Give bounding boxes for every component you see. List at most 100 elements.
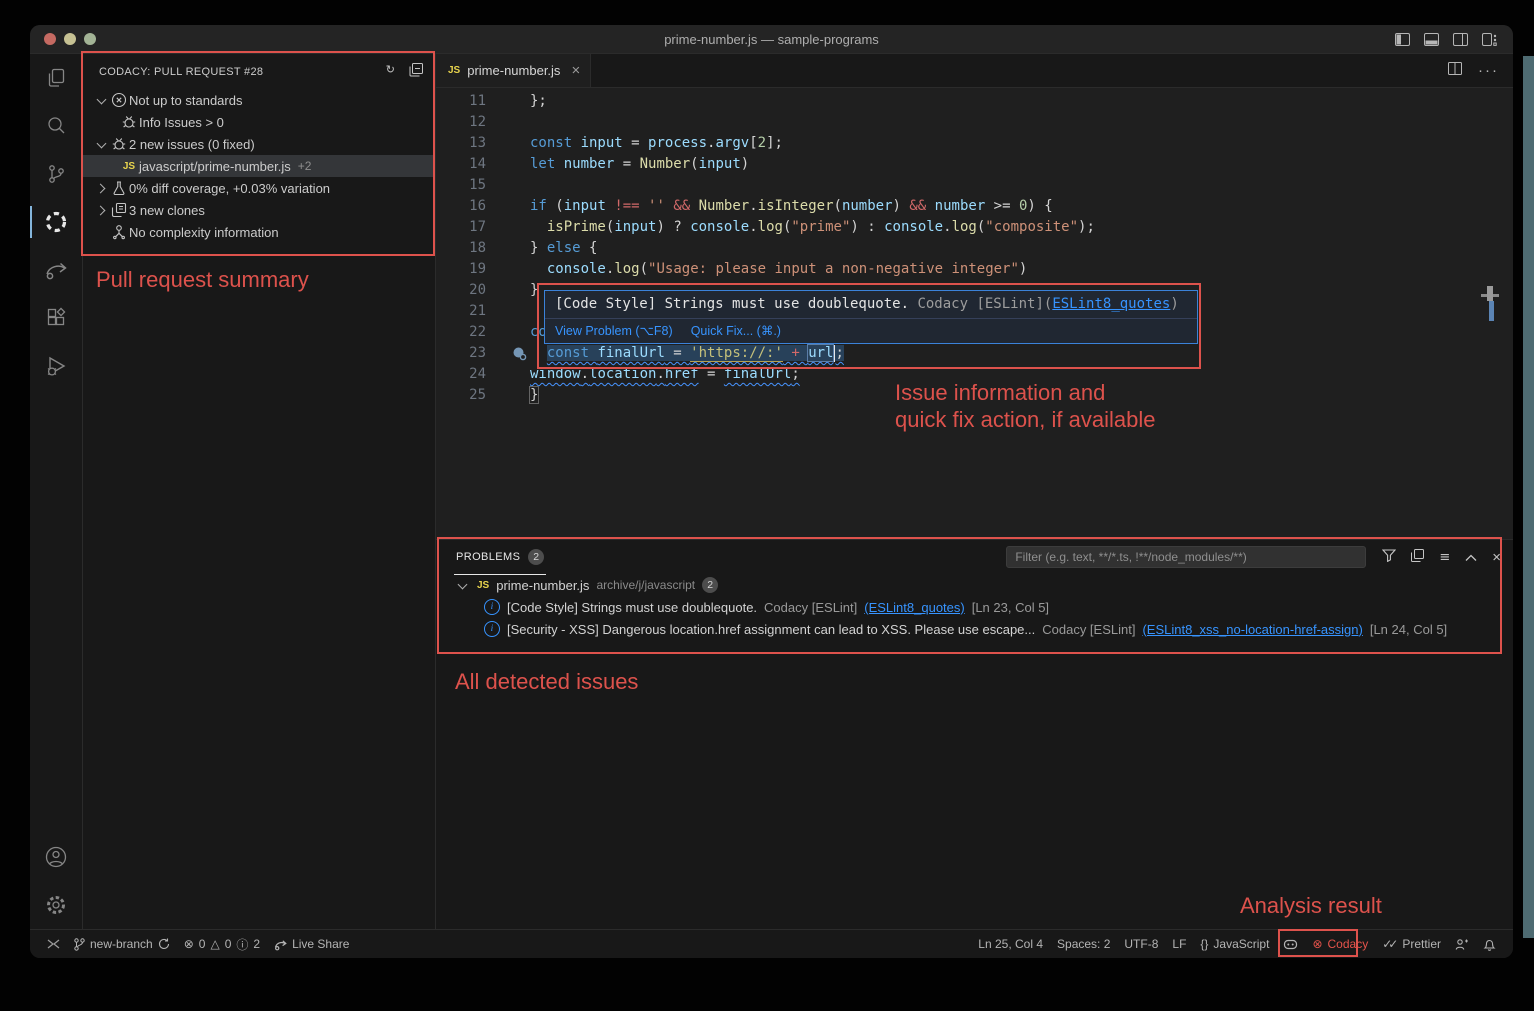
line-number[interactable]: 24 [436,364,486,385]
line-number[interactable]: 17 [436,217,486,238]
sidebar-item-3[interactable]: JSjavascript/prime-number.js+2 [83,155,435,177]
line-number[interactable]: 11 [436,91,486,112]
annotation-all-detected-issues: All detected issues [455,668,638,695]
warning-icon: △ [210,937,219,951]
live-share-status-item[interactable]: Live Share [267,930,356,958]
cursor-position-item[interactable]: Ln 25, Col 4 [971,930,1050,958]
js-icon: JS [119,161,139,172]
line-number[interactable]: 21 [436,301,486,322]
collapse-all-icon[interactable] [409,63,423,80]
maximize-panel-icon[interactable] [1465,550,1477,565]
line-number[interactable]: 25 [436,385,486,406]
feedback-status-item[interactable] [1448,930,1476,958]
code-token: ) [893,198,901,214]
account-icon[interactable] [30,833,82,881]
code-token: input [699,156,741,172]
files-icon[interactable] [30,54,82,102]
code-line-11: 11}; [436,91,1513,112]
problems-count-badge: 2 [528,549,544,565]
tab-problems[interactable]: PROBLEMS 2 [454,540,546,575]
customize-layout-icon[interactable] [1482,33,1497,46]
line-number[interactable]: 18 [436,238,486,259]
search-icon[interactable] [30,102,82,150]
code-token: input [614,219,656,235]
sidebar-item-1[interactable]: Info Issues > 0 [83,111,435,133]
sidebar-item-0[interactable]: Not up to standards [83,89,435,111]
chevron-down-icon[interactable] [93,142,109,147]
problem-source: Codacy [ESLint] [1042,622,1135,637]
code-token: input [581,135,623,151]
chevron-right-icon[interactable] [93,207,109,214]
line-number[interactable]: 15 [436,175,486,196]
encoding-item[interactable]: UTF-8 [1117,930,1165,958]
code-token: if [530,198,555,214]
codacy-status-item[interactable]: ⊗ Codacy [1305,930,1375,958]
info-icon: i [484,621,500,637]
toggle-panel-icon[interactable] [1424,33,1439,46]
problem-rule-link[interactable]: (ESLint8_quotes) [864,600,964,615]
sync-icon [158,938,170,950]
prettier-status-item[interactable]: ✓✓ Prettier [1375,930,1448,958]
close-panel-icon[interactable]: × [1492,549,1501,566]
line-number[interactable]: 14 [436,154,486,175]
chevron-right-icon[interactable] [93,185,109,192]
quick-fix-action[interactable]: Quick Fix... (⌘.) [691,323,781,338]
tab-close-icon[interactable]: × [571,62,580,79]
toggle-secondary-sidebar-icon[interactable] [1453,33,1468,46]
codacy-icon[interactable] [30,198,82,246]
branch-status-item[interactable]: new-branch [67,930,177,958]
problems-filter-input[interactable] [1006,546,1366,568]
sidebar-item-6[interactable]: No complexity information [83,221,435,243]
more-actions-icon[interactable]: ··· [1478,62,1499,79]
sidebar-item-label: Info Issues > 0 [139,115,224,130]
source-control-icon[interactable] [30,150,82,198]
copilot-status-item[interactable] [1276,930,1305,958]
sidebar-item-5[interactable]: 3 new clones [83,199,435,221]
sidebar-item-4[interactable]: 0% diff coverage, +0.03% variation [83,177,435,199]
hover-rule-link[interactable]: ESLint8_quotes [1052,296,1170,312]
code-token: } [530,387,538,403]
line-number[interactable]: 12 [436,112,486,133]
language-mode-item[interactable]: {}JavaScript [1193,930,1276,958]
problem-message: [Security - XSS] Dangerous location.href… [507,622,1035,637]
problems-panel: PROBLEMS 2 ≡ × [436,539,1513,929]
problems-status-item[interactable]: ⊗0 △0 ⓘ2 [177,930,267,958]
code-token: isPrime [547,219,606,235]
code-token: ) [1019,261,1027,277]
copy-panel-icon[interactable] [1411,549,1424,565]
chevron-down-icon[interactable] [93,98,109,103]
problem-rule-link[interactable]: (ESLint8_xss_no-location-href-assign) [1142,622,1362,637]
code-line-15: 15 [436,175,1513,196]
title-bar: prime-number.js — sample-programs [30,25,1513,54]
line-number[interactable]: 16 [436,196,486,217]
code-editor[interactable]: 11};1213const input = process.argv[2];14… [436,88,1513,539]
indentation-item[interactable]: Spaces: 2 [1050,930,1117,958]
line-number[interactable]: 22 [436,322,486,343]
sidebar-item-2[interactable]: 2 new issues (0 fixed) [83,133,435,155]
line-number[interactable]: 19 [436,259,486,280]
line-number[interactable]: 13 [436,133,486,154]
refresh-icon[interactable]: ↻ [386,63,395,80]
line-number[interactable]: 20 [436,280,486,301]
code-token: log [614,261,639,277]
eol-item[interactable]: LF [1165,930,1193,958]
view-menu-icon[interactable]: ≡ [1439,550,1450,565]
settings-icon[interactable] [30,881,82,929]
live-share-icon[interactable] [30,246,82,294]
toggle-sidebar-icon[interactable] [1395,33,1410,46]
line-number[interactable]: 23 [436,343,486,364]
problem-row-0[interactable]: i[Code Style] Strings must use doublequo… [436,596,1513,618]
split-editor-icon[interactable] [1448,62,1462,80]
debug-icon[interactable] [30,342,82,390]
vscode-window: prime-number.js — sample-programs CODACY… [30,25,1513,958]
notifications-bell-icon[interactable] [1476,930,1503,958]
tab-prime-number-js[interactable]: JS prime-number.js × [436,54,591,87]
remote-indicator[interactable] [40,930,67,958]
filter-icon[interactable] [1382,549,1396,565]
problem-row-1[interactable]: i [Security - XSS] Dangerous location.hre… [436,618,1513,640]
problems-file-row[interactable]: JS prime-number.js archive/j/javascript … [436,574,1513,596]
view-problem-action[interactable]: View Problem (⌥F8) [555,323,673,338]
extensions-icon[interactable] [30,294,82,342]
info-icon: ⓘ [236,936,248,953]
code-token: ) { [1027,198,1052,214]
